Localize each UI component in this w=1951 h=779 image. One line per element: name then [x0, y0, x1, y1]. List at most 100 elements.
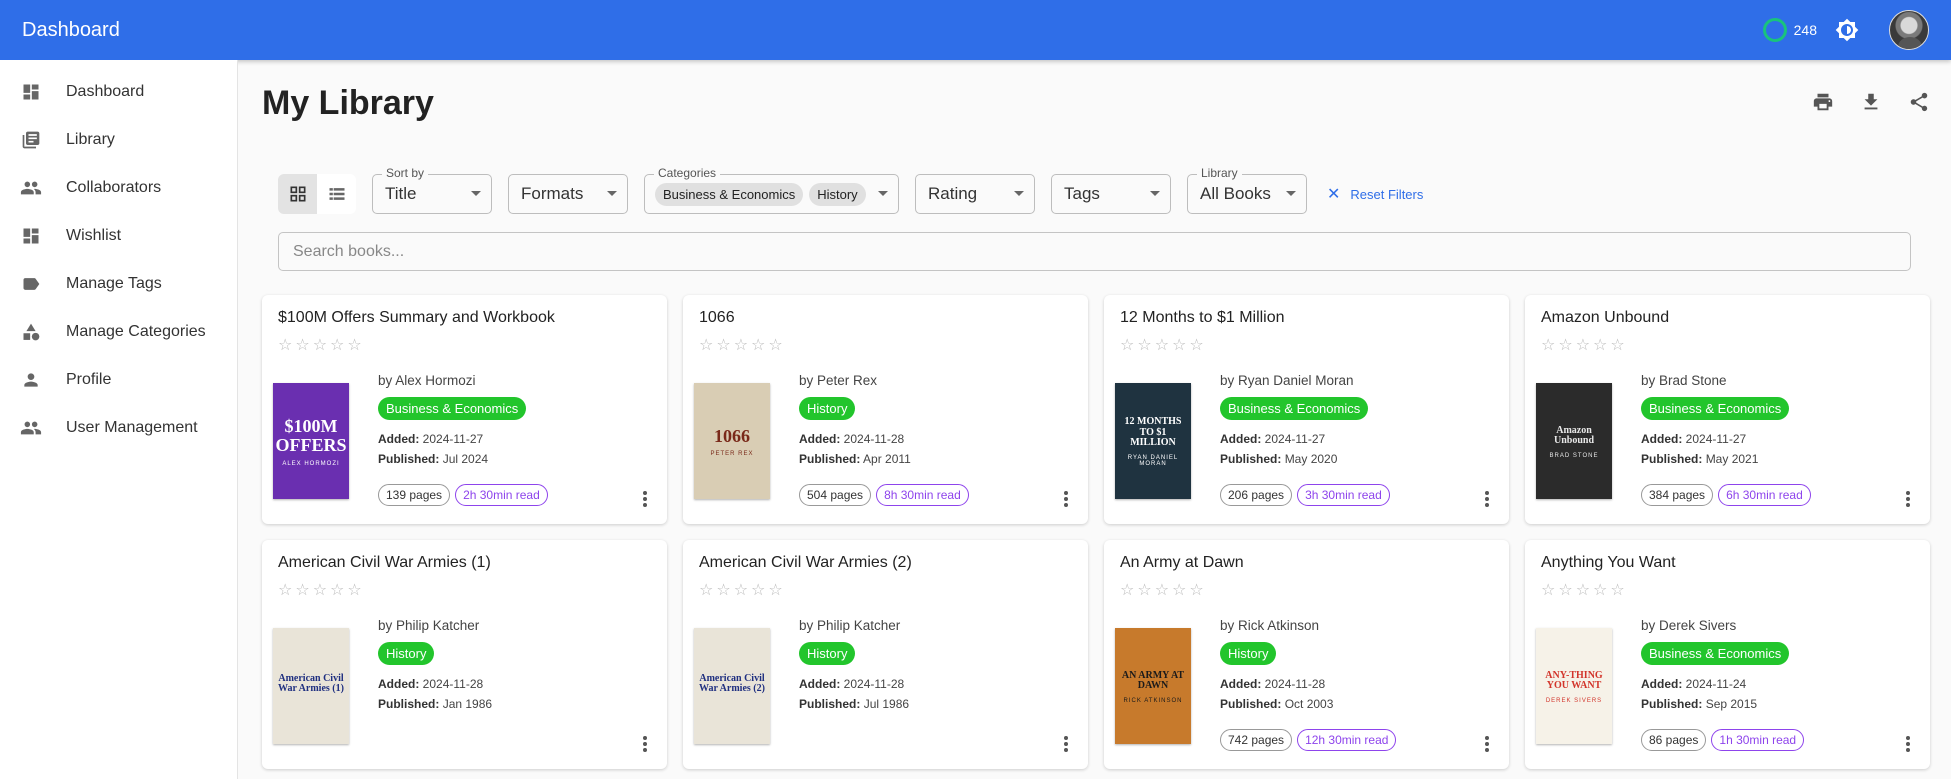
book-info: by Philip Katcher History Added: 2024-11… [378, 618, 492, 714]
brightness-icon[interactable] [1835, 18, 1859, 42]
tags-select[interactable]: Tags [1051, 174, 1171, 214]
category-badge[interactable]: Business & Economics [1641, 642, 1790, 665]
book-author: by Philip Katcher [378, 618, 480, 633]
book-title[interactable]: American Civil War Armies (1) [278, 554, 491, 572]
book-cover[interactable]: $100M OFFERS ALEX HORMOZI [273, 383, 349, 499]
rating-stars[interactable]: ☆☆☆☆☆ [1120, 335, 1207, 355]
book-title[interactable]: 12 Months to $1 Million [1120, 309, 1285, 327]
rating-stars[interactable]: ☆☆☆☆☆ [699, 580, 786, 600]
library-label: Library [1197, 166, 1242, 180]
category-badge[interactable]: History [799, 642, 856, 665]
sidebar-item-dashboard[interactable]: Dashboard [0, 68, 237, 116]
book-cover[interactable]: AN ARMY AT DAWN RICK ATKINSON [1115, 628, 1191, 744]
added-label: Added: [799, 432, 841, 446]
rating-stars[interactable]: ☆☆☆☆☆ [1120, 580, 1207, 600]
book-cover[interactable]: 12 MONTHS TO $1 MILLION RYAN DANIEL MORA… [1115, 383, 1191, 499]
category-badge[interactable]: History [378, 642, 435, 665]
search-input[interactable] [278, 232, 1911, 271]
book-cover[interactable]: 1066 PETER REX [694, 383, 770, 499]
rating-stars[interactable]: ☆☆☆☆☆ [1541, 580, 1628, 600]
book-title[interactable]: 1066 [699, 309, 735, 327]
sort-value: Title [385, 184, 417, 203]
book-card[interactable]: 12 Months to $1 Million ☆☆☆☆☆ 12 MONTHS … [1104, 295, 1509, 524]
sidebar-item-wishlist[interactable]: Wishlist [0, 212, 237, 260]
book-card[interactable]: Amazon Unbound ☆☆☆☆☆ Amazon Unbound BRAD… [1525, 295, 1930, 524]
book-info: by Derek Sivers Business & Economics Add… [1641, 618, 1790, 714]
cover-author: ALEX HORMOZI [282, 460, 340, 467]
category-badge[interactable]: History [1220, 642, 1277, 665]
category-chip[interactable]: Business & Economics [655, 182, 804, 206]
book-cover[interactable]: American Civil War Armies (1) [273, 628, 349, 744]
category-badge[interactable]: Business & Economics [1220, 397, 1369, 420]
print-icon[interactable] [1811, 90, 1835, 114]
book-card[interactable]: American Civil War Armies (1) ☆☆☆☆☆ Amer… [262, 540, 667, 769]
sidebar-item-collaborators[interactable]: Collaborators [0, 164, 237, 212]
book-card[interactable]: Anything You Want ☆☆☆☆☆ ANY-THING YOU WA… [1525, 540, 1930, 769]
category-badge[interactable]: Business & Economics [378, 397, 527, 420]
rating-stars[interactable]: ☆☆☆☆☆ [278, 580, 365, 600]
sidebar-item-label: Profile [66, 371, 112, 388]
more-vert-icon[interactable] [1906, 736, 1910, 752]
pages-badge: 384 pages [1641, 484, 1714, 506]
published-value: Jul 2024 [442, 452, 489, 466]
book-badges: 384 pages 6h 30min read [1641, 484, 1811, 506]
chevron-down-icon [1286, 191, 1296, 196]
book-card[interactable]: $100M Offers Summary and Workbook ☆☆☆☆☆ … [262, 295, 667, 524]
rating-stars[interactable]: ☆☆☆☆☆ [699, 335, 786, 355]
user-avatar[interactable] [1889, 10, 1929, 50]
sidebar-item-label: Wishlist [66, 227, 122, 244]
grid-view-button[interactable] [278, 174, 317, 214]
more-vert-icon[interactable] [1064, 736, 1068, 752]
sort-select[interactable]: Sort by Title [372, 166, 492, 214]
sidebar-item-user-management[interactable]: User Management [0, 404, 237, 452]
book-card[interactable]: 1066 ☆☆☆☆☆ 1066 PETER REX by Peter Rex H… [683, 295, 1088, 524]
more-vert-icon[interactable] [1064, 491, 1068, 507]
category-chip[interactable]: History [809, 182, 866, 206]
pages-badge: 86 pages [1641, 729, 1707, 751]
more-vert-icon[interactable] [1906, 491, 1910, 507]
reset-filters-button[interactable]: ✕ Reset Filters [1327, 184, 1423, 204]
book-info: by Rick Atkinson History Added: 2024-11-… [1220, 618, 1333, 714]
category-badge[interactable]: History [799, 397, 856, 420]
book-title[interactable]: American Civil War Armies (2) [699, 554, 912, 572]
book-cover[interactable]: Amazon Unbound BRAD STONE [1536, 383, 1612, 499]
published-value: May 2021 [1705, 452, 1759, 466]
view-toggle [278, 174, 356, 214]
more-vert-icon[interactable] [643, 736, 647, 752]
formats-select[interactable]: Formats [508, 174, 628, 214]
read-time-badge: 2h 30min read [455, 484, 548, 506]
cover-title: American Civil War Armies (1) [278, 672, 344, 694]
sidebar-item-profile[interactable]: Profile [0, 356, 237, 404]
book-cover[interactable]: ANY-THING YOU WANT DEREK SIVERS [1536, 628, 1612, 744]
book-badges: 139 pages 2h 30min read [378, 484, 548, 506]
book-title[interactable]: Anything You Want [1541, 554, 1676, 572]
sidebar-item-library[interactable]: Library [0, 116, 237, 164]
category-badge[interactable]: Business & Economics [1641, 397, 1790, 420]
app-title[interactable]: Dashboard [22, 19, 120, 42]
book-card[interactable]: An Army at Dawn ☆☆☆☆☆ AN ARMY AT DAWN RI… [1104, 540, 1509, 769]
share-icon[interactable] [1907, 90, 1931, 114]
book-card[interactable]: American Civil War Armies (2) ☆☆☆☆☆ Amer… [683, 540, 1088, 769]
more-vert-icon[interactable] [1485, 491, 1489, 507]
download-icon[interactable] [1859, 90, 1883, 114]
library-select[interactable]: Library All Books [1187, 166, 1307, 214]
rating-stars[interactable]: ☆☆☆☆☆ [1541, 335, 1628, 355]
rating-stars[interactable]: ☆☆☆☆☆ [278, 335, 365, 355]
book-badges: 206 pages 3h 30min read [1220, 484, 1390, 506]
more-vert-icon[interactable] [1485, 736, 1489, 752]
chevron-down-icon [1150, 191, 1160, 196]
shapes-icon [20, 321, 42, 343]
book-title[interactable]: $100M Offers Summary and Workbook [278, 309, 555, 327]
list-view-button[interactable] [317, 174, 356, 214]
more-vert-icon[interactable] [643, 491, 647, 507]
book-title[interactable]: An Army at Dawn [1120, 554, 1244, 572]
added-label: Added: [1641, 432, 1683, 446]
sidebar-item-manage-categories[interactable]: Manage Categories [0, 308, 237, 356]
book-title[interactable]: Amazon Unbound [1541, 309, 1669, 327]
rating-select[interactable]: Rating [915, 174, 1035, 214]
sidebar-item-manage-tags[interactable]: Manage Tags [0, 260, 237, 308]
book-cover[interactable]: American Civil War Armies (2) [694, 628, 770, 744]
categories-select[interactable]: Categories Business & Economics History [644, 166, 899, 214]
pages-badge: 504 pages [799, 484, 872, 506]
published-value: Jan 1986 [442, 697, 493, 711]
